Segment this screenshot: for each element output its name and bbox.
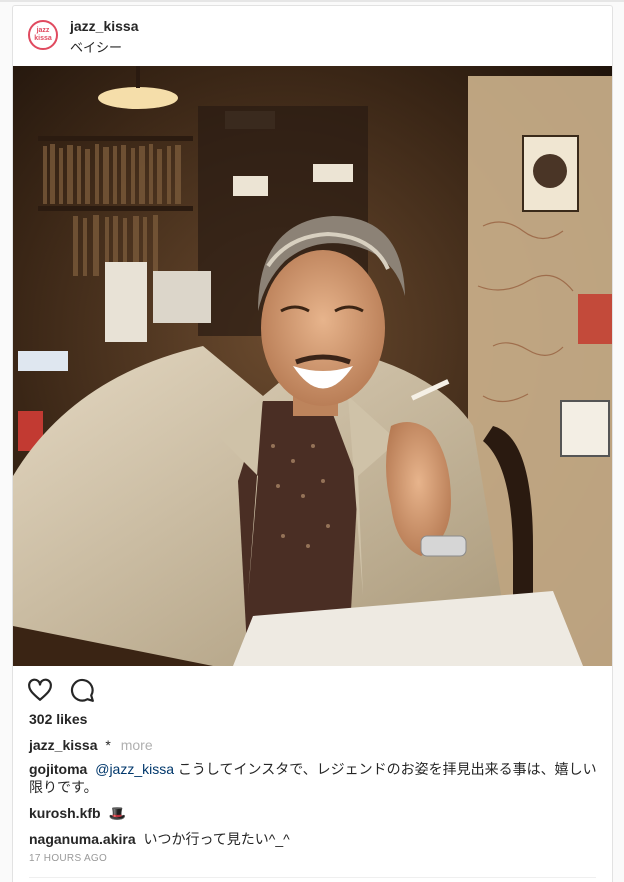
- caption-more-link[interactable]: more: [121, 737, 153, 753]
- caption-username[interactable]: jazz_kissa: [29, 737, 98, 753]
- post-card: jazz kissa jazz_kissa ベイシー 302 likes jaz…: [12, 5, 613, 882]
- caption-text: *: [105, 737, 111, 753]
- post-header: jazz kissa jazz_kissa ベイシー: [13, 6, 612, 66]
- like-count[interactable]: 302 likes: [29, 711, 87, 727]
- comment-text: いつか行って見たい^_^: [143, 831, 290, 847]
- comment-bubble-icon[interactable]: [69, 677, 95, 707]
- page-top-border: [0, 0, 624, 2]
- avatar[interactable]: jazz kissa: [28, 20, 58, 50]
- heart-icon[interactable]: [27, 677, 53, 707]
- comment-divider: [29, 877, 596, 878]
- avatar-text-bottom: kissa: [34, 35, 52, 42]
- comment-item: gojitoma @jazz_kissa こうしてインスタで、レジェンドのお姿を…: [29, 760, 599, 796]
- post-actions: [27, 677, 95, 707]
- post-timestamp[interactable]: 17 HOURS AGO: [29, 853, 107, 864]
- post-photo-image: [13, 66, 612, 666]
- post-caption: jazz_kissa * more: [29, 737, 153, 753]
- post-photo[interactable]: [13, 66, 612, 666]
- comment-mention[interactable]: @jazz_kissa: [95, 761, 174, 777]
- post-username[interactable]: jazz_kissa: [70, 18, 139, 34]
- post-location[interactable]: ベイシー: [70, 37, 122, 56]
- comment-list: gojitoma @jazz_kissa こうしてインスタで、レジェンドのお姿を…: [29, 760, 599, 856]
- comment-text: 🎩: [108, 805, 126, 821]
- avatar-text-top: jazz: [36, 27, 50, 34]
- comment-item: kurosh.kfb 🎩: [29, 804, 599, 822]
- comment-username[interactable]: kurosh.kfb: [29, 805, 101, 821]
- comment-username[interactable]: gojitoma: [29, 761, 87, 777]
- comment-username[interactable]: naganuma.akira: [29, 831, 136, 847]
- comment-item: naganuma.akira いつか行って見たい^_^: [29, 830, 599, 848]
